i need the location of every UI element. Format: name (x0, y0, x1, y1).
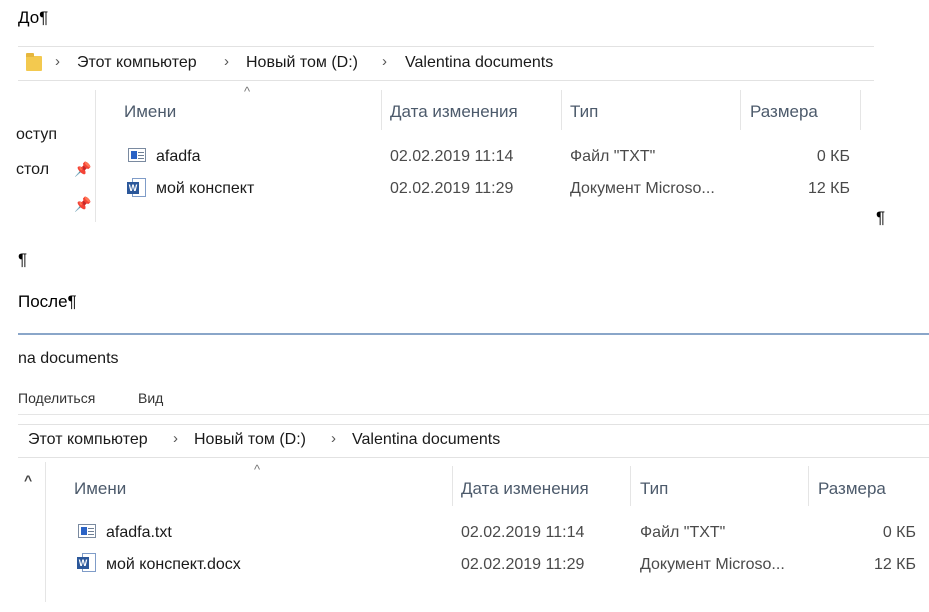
file-date: 02.02.2019 11:29 (461, 556, 585, 573)
collapse-up-icon[interactable]: ^ (24, 472, 32, 488)
column-divider[interactable] (808, 466, 809, 506)
word-file-icon: W (77, 553, 97, 573)
file-name[interactable]: afadfa (156, 148, 200, 166)
sort-ascending-icon: ^ (244, 84, 251, 99)
paragraph-mark: ¶ (876, 208, 886, 227)
ribbon-tab-share[interactable]: Поделиться (18, 390, 95, 406)
breadcrumb-drive-d[interactable]: Новый том (D:) (194, 431, 306, 449)
chevron-right-icon: › (382, 53, 387, 70)
sort-ascending-icon: ^ (254, 462, 261, 477)
file-date: 02.02.2019 11:14 (461, 524, 585, 541)
column-divider[interactable] (740, 90, 741, 130)
nav-item-quick-access[interactable]: оступ (16, 126, 57, 144)
breadcrumb-this-pc[interactable]: Этот компьютер (77, 54, 197, 72)
nav-item-desktop[interactable]: стол (16, 161, 49, 179)
file-name[interactable]: мой конспект (156, 180, 254, 198)
column-header-size[interactable]: Размера (818, 479, 886, 499)
chevron-right-icon: › (224, 53, 229, 70)
folder-icon (26, 53, 42, 71)
window-top-border (18, 333, 929, 335)
file-size: 12 КБ (807, 180, 850, 197)
chevron-right-icon: › (173, 430, 178, 447)
column-header-type[interactable]: Тип (570, 102, 598, 122)
chevron-right-icon: › (55, 53, 60, 70)
txt-file-icon (78, 524, 96, 538)
breadcrumb-valentina-documents[interactable]: Valentina documents (405, 54, 553, 72)
column-header-name[interactable]: Имени (124, 102, 176, 122)
after-label: После¶ (18, 292, 77, 311)
before-label: До¶ (18, 8, 49, 27)
file-type: Документ Microso... (570, 180, 715, 197)
file-type: Документ Microso... (640, 556, 785, 573)
column-divider[interactable] (452, 466, 453, 506)
file-type: Файл "TXT" (570, 148, 656, 165)
file-date: 02.02.2019 11:29 (390, 180, 514, 197)
column-header-type[interactable]: Тип (640, 479, 668, 499)
pin-icon[interactable]: 📌 (74, 196, 91, 213)
breadcrumb-valentina-documents[interactable]: Valentina documents (352, 431, 500, 449)
file-name[interactable]: мой конспект.docx (106, 556, 241, 574)
nav-pane-divider[interactable] (95, 90, 96, 222)
column-divider[interactable] (561, 90, 562, 130)
breadcrumb-this-pc[interactable]: Этот компьютер (28, 431, 148, 449)
column-header-date[interactable]: Дата изменения (461, 479, 589, 499)
ribbon-divider (18, 414, 929, 415)
file-size: 0 КБ (816, 148, 850, 165)
word-file-icon: W (127, 178, 147, 198)
file-name[interactable]: afadfa.txt (106, 524, 172, 542)
ribbon-tab-view[interactable]: Вид (138, 390, 163, 406)
nav-pane-divider[interactable] (45, 462, 46, 602)
column-header-name[interactable]: Имени (74, 479, 126, 499)
pin-icon[interactable]: 📌 (74, 161, 91, 178)
column-header-size[interactable]: Размера (750, 102, 818, 122)
file-size: 12 КБ (873, 556, 916, 573)
txt-file-icon (128, 148, 146, 162)
column-header-date[interactable]: Дата изменения (390, 102, 518, 122)
file-size: 0 КБ (882, 524, 916, 541)
paragraph-mark: ¶ (18, 250, 28, 269)
column-divider[interactable] (860, 90, 861, 130)
column-divider[interactable] (381, 90, 382, 130)
file-type: Файл "TXT" (640, 524, 726, 541)
breadcrumb-drive-d[interactable]: Новый том (D:) (246, 54, 358, 72)
file-date: 02.02.2019 11:14 (390, 148, 514, 165)
window-title: na documents (18, 350, 119, 367)
column-divider[interactable] (630, 466, 631, 506)
chevron-right-icon: › (331, 430, 336, 447)
